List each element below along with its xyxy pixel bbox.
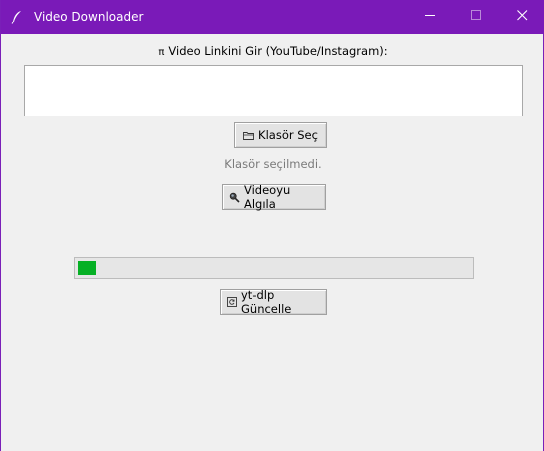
detect-video-label: Videoyu Algıla [244,183,291,211]
select-folder-label: Klasör Seç [258,128,318,142]
url-prompt-label: π Video Linkini Gir (YouTube/Instagram): [1,44,544,58]
magnifier-icon [229,192,240,203]
folder-icon [243,131,254,140]
video-url-input[interactable] [24,65,523,116]
title-bar[interactable]: Video Downloader [1,0,544,34]
refresh-icon [227,297,237,307]
minimize-button[interactable] [407,0,453,34]
select-folder-button[interactable]: Klasör Seç [234,122,327,148]
maximize-icon [470,10,482,24]
url-prompt-text: Video Linkini Gir (YouTube/Instagram): [168,44,388,58]
close-icon [516,10,528,24]
progress-fill [78,261,96,275]
minimize-icon [424,10,436,24]
detect-video-button[interactable]: Videoyu Algıla [222,183,326,211]
folder-status-text: Klasör seçilmedi. [224,157,322,171]
update-ytdlp-button[interactable]: yt-dlp Güncelle [220,288,327,316]
maximize-button[interactable] [453,0,499,34]
download-progress-bar [74,257,474,279]
app-window: Video Downloader π Video Linkini Gir (You… [0,0,544,451]
feather-icon [11,10,23,24]
close-button[interactable] [499,0,544,34]
update-ytdlp-label: yt-dlp Güncelle [241,288,292,316]
window-title: Video Downloader [34,10,144,24]
pi-symbol-icon: π [158,47,165,58]
